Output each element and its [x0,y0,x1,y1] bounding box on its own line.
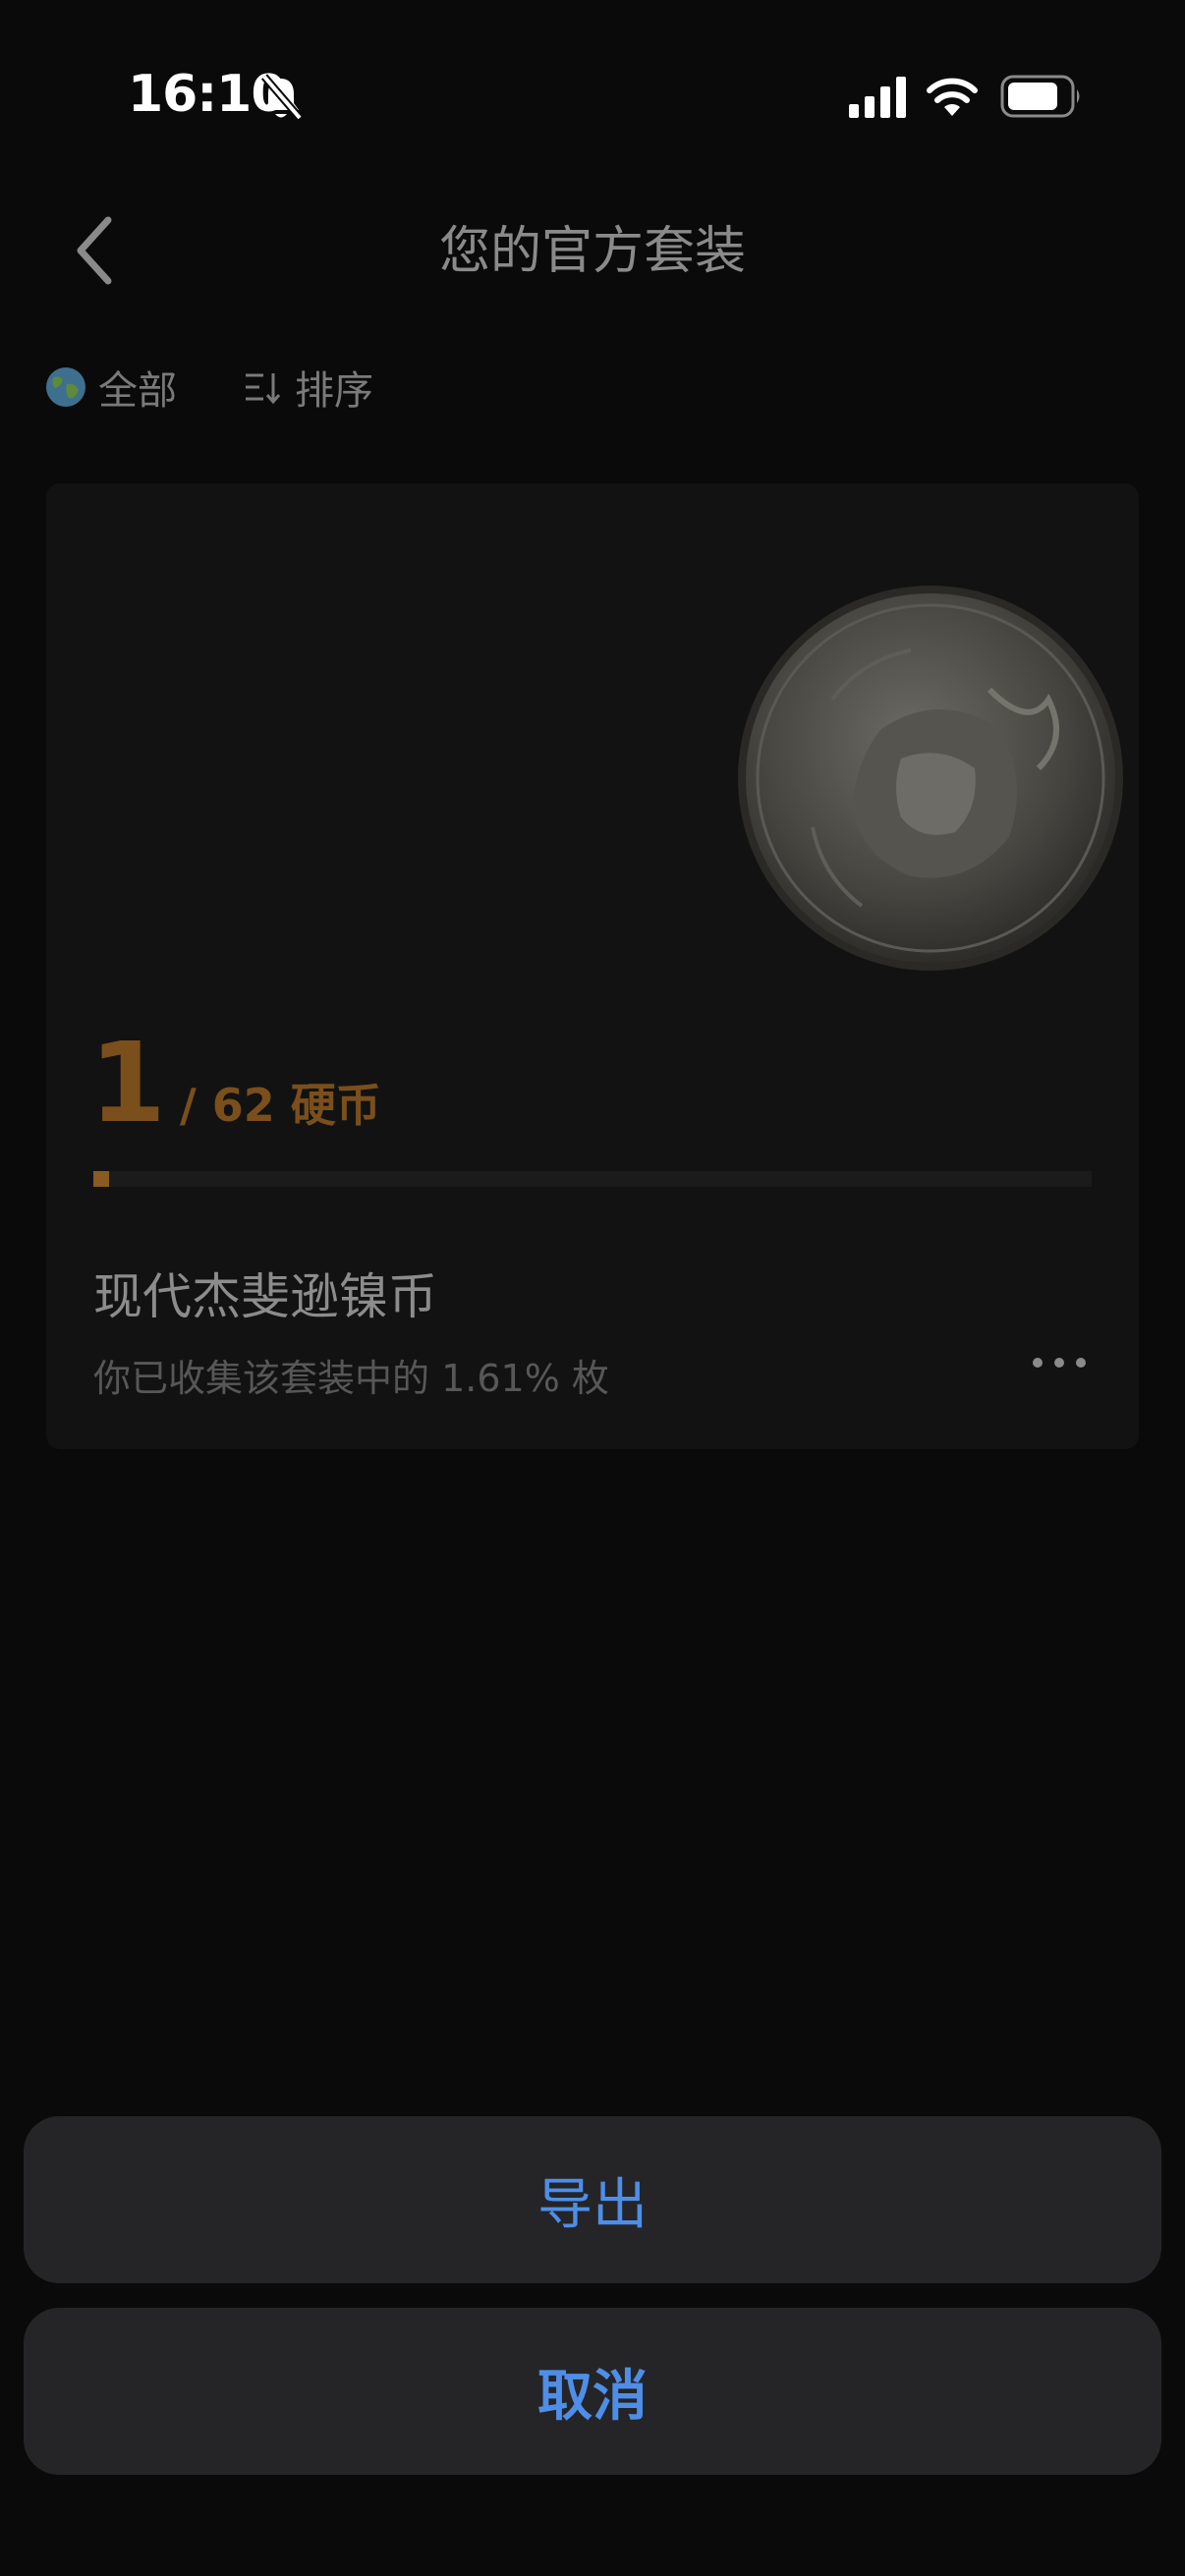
filter-all-button[interactable]: 全部 [45,358,177,417]
signal-icon [849,77,906,118]
page-title: 您的官方套装 [438,222,746,281]
battery-icon [1000,75,1080,118]
wifi-icon [927,78,978,116]
status-bar: 16:10 [0,0,1185,196]
sort-label: 排序 [295,368,373,414]
sort-icon [246,373,281,405]
set-card[interactable]: 1 / 62 硬币 现代杰斐逊镍币 你已收集该套装中的 1.61% 枚 [46,483,1139,1449]
total-count: / 62 硬币 [179,1079,381,1132]
set-description: 你已收集该套装中的 1.61% 枚 [93,1357,609,1400]
export-button[interactable]: 导出 [24,2116,1161,2283]
set-name: 现代杰斐逊镍币 [93,1268,437,1325]
collected-count: 1 [89,1020,166,1148]
jefferson-nickel-coin-image [738,586,1123,971]
collection-count: 1 / 62 硬币 [89,1029,381,1139]
globe-icon [46,367,85,407]
cancel-button[interactable]: 取消 [24,2308,1161,2475]
filter-all-label: 全部 [98,368,177,414]
sort-button[interactable]: 排序 [244,358,373,417]
collection-progress-bar [93,1171,1092,1187]
bell-slash-icon [260,74,304,121]
collection-progress-fill [93,1171,109,1187]
more-horizontal-icon[interactable] [1025,1328,1094,1397]
